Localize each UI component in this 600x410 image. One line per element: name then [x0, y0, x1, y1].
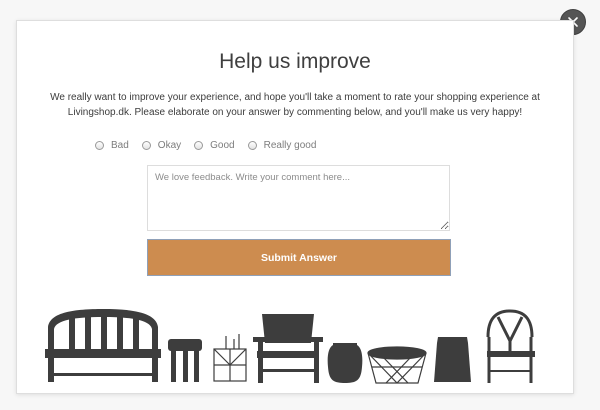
rating-options: Bad Okay Good Really good — [95, 137, 329, 153]
rating-label-okay: Okay — [157, 139, 182, 151]
rating-label-bad: Bad — [111, 139, 129, 151]
rating-option-okay[interactable]: Okay — [141, 139, 182, 151]
radio-okay[interactable] — [141, 140, 151, 150]
stool-icon — [168, 339, 202, 382]
rating-label-good: Good — [210, 139, 235, 151]
modal-title: Help us improve — [219, 50, 371, 73]
wishbone-chair-icon — [486, 309, 535, 383]
rating-option-really-good[interactable]: Really good — [247, 139, 317, 151]
furniture-illustration — [45, 309, 535, 384]
bench-icon — [45, 309, 161, 382]
rating-option-good[interactable]: Good — [194, 139, 235, 151]
radio-good[interactable] — [194, 140, 204, 150]
modal-description: We really want to improve your experienc… — [50, 92, 540, 118]
comment-textarea[interactable] — [147, 165, 450, 231]
wire-basket-table-icon — [367, 346, 427, 384]
vase-icon — [327, 343, 363, 383]
rating-option-bad[interactable]: Bad — [95, 140, 129, 151]
feedback-modal: Help us improve We really want to improv… — [16, 20, 574, 394]
lounge-chair-icon — [253, 314, 323, 383]
radio-really-good[interactable] — [247, 140, 257, 150]
submit-answer-button[interactable]: Submit Answer — [147, 239, 451, 276]
rating-label-really-good: Really good — [263, 139, 317, 151]
bin-icon — [434, 337, 471, 382]
wire-basket-icon — [213, 334, 247, 382]
radio-bad[interactable] — [95, 140, 104, 150]
